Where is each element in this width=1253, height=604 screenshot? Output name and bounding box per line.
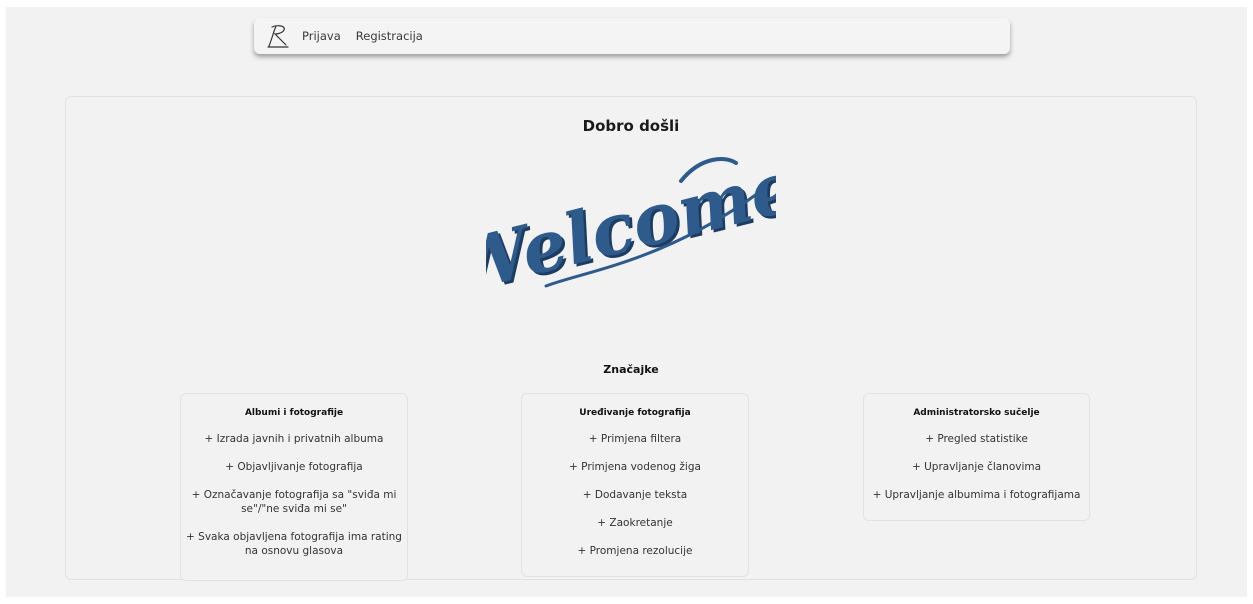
feature-card-photo-editing: Uređivanje fotografija + Primjena filter… xyxy=(521,393,749,577)
feature-card-title: Administratorsko sučelje xyxy=(913,408,1040,418)
feature-item: + Upravljanje albumima i fotografijama xyxy=(872,489,1081,501)
nav-link-login[interactable]: Prijava xyxy=(302,29,341,43)
feature-item: + Promjena rezolucije xyxy=(577,545,693,557)
feature-item: + Upravljanje članovima xyxy=(911,461,1042,473)
feature-item: + Pregled statistike xyxy=(925,433,1028,445)
feature-item: + Dodavanje teksta xyxy=(582,489,688,501)
features-heading: Značajke xyxy=(603,363,659,376)
feature-item: + Izrada javnih i privatnih albuma xyxy=(204,433,384,445)
welcome-lettering-image: Welcome Welcome xyxy=(486,151,776,301)
script-r-logo-icon[interactable] xyxy=(266,23,292,49)
feature-item: + Svaka objavljena fotografija ima ratin… xyxy=(186,531,402,557)
feature-card-albums: Albumi i fotografije + Izrada javnih i p… xyxy=(180,393,408,581)
feature-item: + Primjena vodenog žiga xyxy=(569,461,701,473)
feature-item: + Primjena filtera xyxy=(588,433,682,445)
feature-card-title: Albumi i fotografije xyxy=(244,408,344,418)
feature-item: + Označavanje fotografija sa "sviđa mi s… xyxy=(191,489,397,515)
feature-item: + Zaokretanje xyxy=(597,517,673,529)
page-title: Dobro došli xyxy=(582,117,680,135)
feature-item: + Objavljivanje fotografija xyxy=(225,461,363,473)
nav-link-register[interactable]: Registracija xyxy=(356,29,423,43)
feature-card-admin-interface: Administratorsko sučelje + Pregled stati… xyxy=(863,393,1090,521)
feature-card-title: Uređivanje fotografija xyxy=(579,408,691,418)
navbar: Prijava Registracija xyxy=(254,18,1010,54)
welcome-panel: Dobro došli Welcome Welcome Značajke Alb… xyxy=(65,96,1197,581)
welcome-lettering: Welcome xyxy=(486,151,776,301)
